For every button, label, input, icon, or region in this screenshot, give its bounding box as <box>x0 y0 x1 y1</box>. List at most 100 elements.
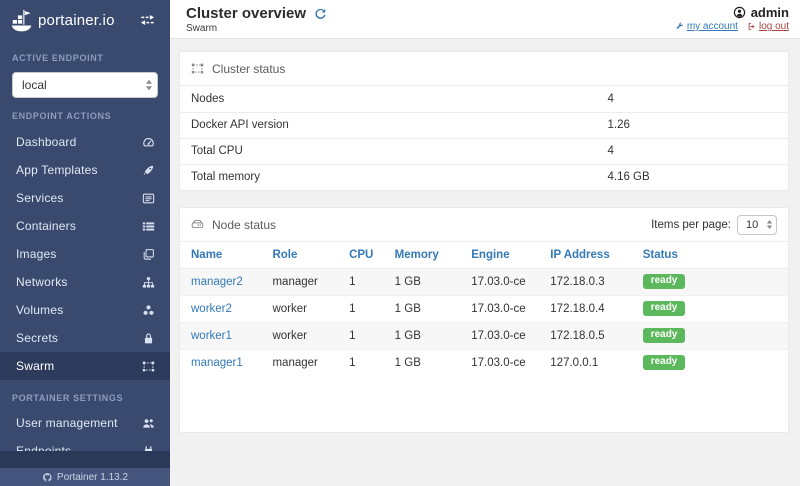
sidebar-item-label: Images <box>16 247 57 261</box>
column-header-memory[interactable]: Memory <box>383 242 461 269</box>
main-header: Cluster overview Swarm admin my account … <box>170 0 800 39</box>
cell-status: ready <box>632 349 788 376</box>
cell-name: worker2 <box>180 295 262 323</box>
sidebar: portainer.io ACTIVE ENDPOINT local ENDPO… <box>0 0 170 486</box>
swarm-icon <box>142 360 155 373</box>
sidebar-item-services[interactable]: Services <box>0 184 170 212</box>
node-table-body: manager2 manager 1 1 GB 17.03.0-ce 172.18.0.3… <box>180 268 788 376</box>
logo-row[interactable]: portainer.io <box>0 0 170 40</box>
node-name-link[interactable]: manager2 <box>191 276 243 288</box>
portainer-settings-label: PORTAINER SETTINGS <box>12 393 124 403</box>
sidebar-item-dashboard[interactable]: Dashboard <box>0 128 170 156</box>
username: admin <box>750 5 789 20</box>
column-header-role[interactable]: Role <box>261 242 339 269</box>
sidebar-menu: Dashboard App Templates Services Containers… <box>0 128 170 380</box>
endpoint-actions-label: ENDPOINT ACTIONS <box>12 111 112 121</box>
table-row: Total CPU 4 <box>180 138 788 165</box>
status-badge: ready <box>642 328 686 343</box>
cell-status: ready <box>631 322 788 350</box>
endpoint-select[interactable]: local <box>12 72 158 98</box>
cell-memory: 1 GB <box>394 356 421 369</box>
node-status-panel: Node status Items per page: 10 Name Role… <box>179 207 789 433</box>
cluster-status-title: Cluster status <box>212 61 286 76</box>
cell-cpu: 1 <box>338 322 384 350</box>
cell-engine: 17.03.0-ce <box>460 295 540 323</box>
sidebar-item-volumes[interactable]: Volumes <box>0 296 170 324</box>
rocket-icon <box>142 164 155 177</box>
table-row: worker1 worker 1 1 GB 17.03.0-ce 172.18.0.5 re… <box>180 322 788 350</box>
sidebar-item-label: Containers <box>16 219 77 233</box>
sidebar-footer[interactable]: Portainer 1.13.2 <box>0 468 170 486</box>
node-status-header: Node status Items per page: 10 <box>180 208 788 242</box>
endpoint-select-value: local <box>22 78 47 92</box>
active-endpoint-label: ACTIVE ENDPOINT <box>12 53 104 63</box>
items-per-page-select[interactable]: 10 <box>737 214 777 235</box>
table-row: worker2 worker 1 1 GB 17.03.0-ce 172.18.0.4 re… <box>180 295 788 323</box>
cell-memory: 1 GB <box>383 295 461 323</box>
cell-ip: 172.18.0.5 <box>539 322 632 350</box>
column-header-cpu[interactable]: CPU <box>338 242 384 269</box>
cell-memory: 1 GB <box>383 268 461 296</box>
cell-cpu: 1 <box>338 295 384 323</box>
items-per-page-value: 10 <box>746 218 759 231</box>
github-octocat-icon <box>42 472 52 482</box>
node-name-link[interactable]: worker2 <box>191 303 232 315</box>
sidebar-item-label: App Templates <box>16 163 98 177</box>
cell-name: manager2 <box>180 268 262 296</box>
cell-engine: 17.03.0-ce <box>471 356 526 369</box>
sidebar-item-partial <box>0 451 170 468</box>
cell-cpu: 1 <box>349 356 356 369</box>
sidebar-item-user-management[interactable]: User management <box>0 409 170 437</box>
stat-label: Nodes <box>180 86 597 113</box>
cell-ip: 172.18.0.3 <box>539 268 632 296</box>
lock-icon <box>142 332 155 345</box>
column-header-name[interactable]: Name <box>180 242 262 269</box>
cell-engine: 17.03.0-ce <box>460 322 540 350</box>
main-area: Cluster overview Swarm admin my account … <box>170 0 800 486</box>
users-icon <box>142 417 155 430</box>
list-icon <box>142 192 155 205</box>
cell-role: manager <box>261 268 339 296</box>
node-status-table: Name Role CPU Memory Engine IP Address Status … <box>180 242 788 376</box>
cell-name: manager1 <box>180 349 261 376</box>
sidebar-item-label: User management <box>16 416 118 430</box>
sidebar-item-label: Secrets <box>16 331 59 345</box>
my-account-link[interactable]: my account <box>675 21 738 32</box>
portainer-whale-icon <box>11 9 32 32</box>
panel-spacer <box>180 376 788 432</box>
stat-value: 1.26 <box>596 112 788 139</box>
column-header-engine[interactable]: Engine <box>460 242 540 269</box>
cell-status: ready <box>631 295 788 323</box>
wrench-icon <box>676 22 683 30</box>
sidebar-item-images[interactable]: Images <box>0 240 170 268</box>
node-table-header-row: Name Role CPU Memory Engine IP Address Status <box>180 242 788 269</box>
table-row: Total memory 4.16 GB <box>180 164 788 190</box>
stat-value: 4.16 GB <box>607 171 650 184</box>
items-per-page-label: Items per page: <box>651 218 731 231</box>
column-header-status[interactable]: Status <box>631 242 788 269</box>
breadcrumb: Swarm <box>186 23 218 34</box>
content: Cluster status Nodes 4 Docker API version 1… <box>170 39 800 486</box>
column-header-ip-address[interactable]: IP Address <box>539 242 632 269</box>
images-icon <box>142 248 155 261</box>
node-name-link[interactable]: manager1 <box>191 357 243 369</box>
sidebar-item-secrets[interactable]: Secrets <box>0 324 170 352</box>
status-badge: ready <box>642 301 686 316</box>
user-menu[interactable]: admin <box>675 5 789 20</box>
cell-role: manager <box>272 356 318 369</box>
sidebar-item-swarm[interactable]: Swarm <box>0 352 170 380</box>
node-name-link[interactable]: worker1 <box>191 330 232 342</box>
sidebar-item-label: Networks <box>16 275 68 289</box>
cell-role: worker <box>261 322 339 350</box>
hdd-icon <box>191 218 204 231</box>
sidebar-item-containers[interactable]: Containers <box>0 212 170 240</box>
cell-ip: 172.18.0.4 <box>539 295 632 323</box>
sidebar-item-app-templates[interactable]: App Templates <box>0 156 170 184</box>
refresh-icon[interactable] <box>314 7 327 20</box>
app-window: portainer.io ACTIVE ENDPOINT local ENDPO… <box>0 0 800 486</box>
node-status-title: Node status <box>212 217 277 232</box>
log-out-link[interactable]: log out <box>747 21 789 32</box>
page-title: Cluster overview <box>186 5 307 22</box>
sidebar-item-networks[interactable]: Networks <box>0 268 170 296</box>
sidebar-toggle-arrows-icon[interactable] <box>139 14 156 26</box>
